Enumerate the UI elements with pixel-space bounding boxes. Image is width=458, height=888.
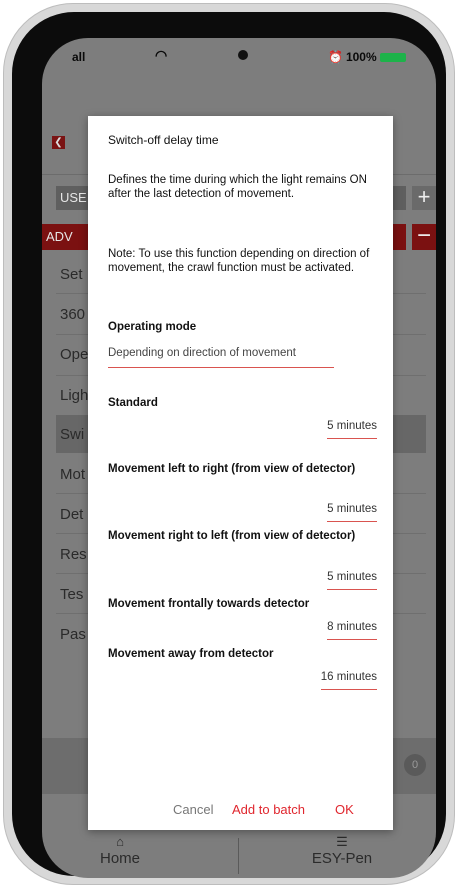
- sliders-icon: ☰: [336, 834, 348, 849]
- right-to-left-label: Movement right to left (from view of det…: [108, 530, 356, 542]
- right-to-left-time-input[interactable]: 5 minutes: [327, 571, 377, 590]
- tab-divider: [238, 838, 239, 874]
- battery-icon: [379, 52, 406, 62]
- left-to-right-label: Movement left to right (from view of det…: [108, 463, 356, 475]
- phone-frame: all ◠ ⏰ 100% ❮ USE + ADV − Set 360 Ope L…: [3, 3, 455, 885]
- tab-home-label: Home: [99, 850, 140, 867]
- status-bar: all ◠ ⏰ 100%: [42, 38, 436, 78]
- back-icon[interactable]: ❮: [52, 136, 65, 149]
- battery-indicator: ⏰ 100%: [328, 50, 406, 64]
- badge-count[interactable]: 0: [404, 754, 426, 776]
- tab-esy-pen[interactable]: ☰ ESY-Pen: [282, 834, 402, 867]
- wifi-icon: ◠: [155, 47, 168, 63]
- home-icon: ⌂: [116, 834, 124, 849]
- dialog-note: Note: To use this function depending on …: [108, 248, 370, 274]
- left-to-right-time-input[interactable]: 5 minutes: [327, 503, 377, 522]
- add-to-batch-button[interactable]: Add to batch: [232, 802, 305, 817]
- expand-plus-button[interactable]: +: [412, 186, 436, 210]
- operating-mode-select[interactable]: Depending on direction of movement: [108, 347, 334, 368]
- standard-time-input[interactable]: 5 minutes: [327, 420, 377, 439]
- signal-icon: all: [72, 50, 86, 64]
- cancel-button[interactable]: Cancel: [173, 802, 213, 817]
- alarm-icon: ⏰: [328, 50, 343, 64]
- away-time-input[interactable]: 16 minutes: [320, 671, 377, 690]
- frontal-time-input[interactable]: 8 minutes: [327, 621, 377, 640]
- tab-bar: ⌂ Home ☰ ESY-Pen: [42, 834, 436, 878]
- standard-label: Standard: [108, 397, 158, 409]
- frontal-label: Movement frontally towards detector: [108, 598, 310, 610]
- away-label: Movement away from detector: [108, 648, 274, 660]
- ok-button[interactable]: OK: [335, 802, 354, 817]
- collapse-minus-button[interactable]: −: [412, 224, 436, 250]
- phone-screen: all ◠ ⏰ 100% ❮ USE + ADV − Set 360 Ope L…: [42, 38, 436, 878]
- tab-esy-pen-label: ESY-Pen: [311, 850, 373, 867]
- operating-mode-label: Operating mode: [108, 321, 197, 333]
- switch-off-delay-dialog: Switch-off delay time Defines the time d…: [88, 116, 393, 830]
- camera-dot-icon: [238, 50, 248, 60]
- dialog-actions: Cancel Add to batch OK: [88, 802, 393, 822]
- phone-bezel: all ◠ ⏰ 100% ❮ USE + ADV − Set 360 Ope L…: [12, 12, 446, 878]
- tab-home[interactable]: ⌂ Home: [60, 834, 180, 867]
- dialog-description: Defines the time during which the light …: [108, 174, 367, 200]
- dialog-title: Switch-off delay time: [108, 133, 219, 147]
- battery-label: 100%: [345, 50, 377, 64]
